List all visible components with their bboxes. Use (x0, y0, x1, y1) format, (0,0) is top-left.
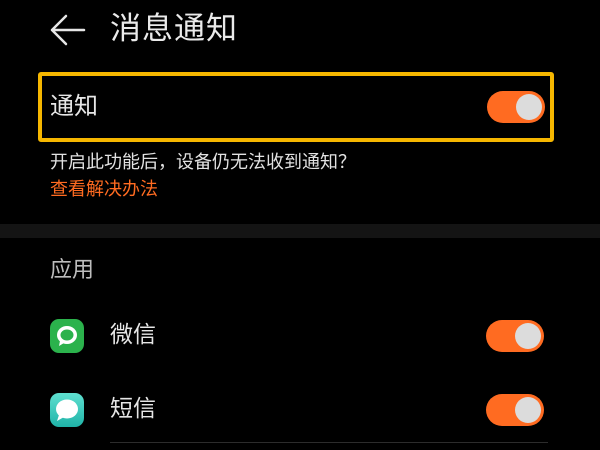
app-label: 短信 (110, 396, 156, 422)
hint-text: 开启此功能后，设备仍无法收到通知？ (50, 152, 356, 173)
wechat-toggle[interactable] (486, 320, 544, 352)
messages-icon (50, 393, 84, 427)
header: 消息通知 (0, 0, 600, 62)
notification-toggle-row[interactable]: 通知 (38, 72, 554, 142)
notification-toggle[interactable] (487, 91, 545, 123)
apps-section-title: 应用 (50, 258, 95, 283)
view-solution-link[interactable]: 查看解决办法 (50, 177, 158, 203)
app-label: 微信 (110, 322, 156, 348)
toggle-knob (515, 397, 541, 423)
page-title: 消息通知 (110, 11, 238, 47)
app-row-wechat[interactable]: 微信 (0, 304, 600, 368)
back-button[interactable] (48, 12, 88, 48)
notification-label: 通知 (50, 92, 98, 120)
wechat-icon (50, 319, 84, 353)
toggle-knob (515, 323, 541, 349)
screen: 消息通知 通知 开启此功能后，设备仍无法收到通知？ 查看解决办法 应用 微信 短… (0, 0, 600, 450)
arrow-left-icon (50, 14, 86, 46)
messages-toggle[interactable] (486, 394, 544, 426)
toggle-knob (516, 94, 542, 120)
app-row-messages[interactable]: 短信 (0, 378, 600, 442)
list-divider (110, 442, 548, 443)
section-divider (0, 224, 600, 238)
